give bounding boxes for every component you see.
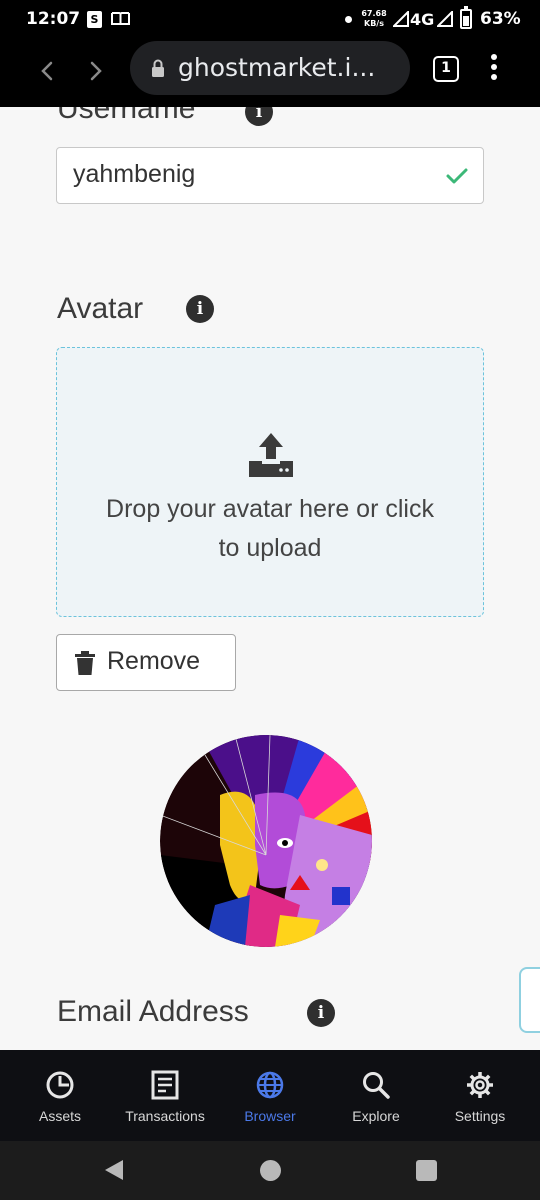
gear-icon <box>467 1072 493 1098</box>
nav-transactions[interactable]: Transactions <box>112 1050 218 1141</box>
network-type: 4G <box>410 10 435 29</box>
remove-avatar-button[interactable]: Remove <box>56 634 236 691</box>
signal-icon <box>437 11 453 27</box>
overflow-menu-icon[interactable] <box>487 54 501 84</box>
back-arrow-icon[interactable] <box>33 56 63 86</box>
book-icon <box>111 12 130 25</box>
avatar-dropzone[interactable]: Drop your avatar here or click to upload <box>56 347 484 617</box>
nav-label: Explore <box>352 1108 400 1124</box>
remove-label: Remove <box>107 647 201 675</box>
side-panel-tab[interactable] <box>519 967 540 1033</box>
profile-form: Username i yahmbenig Avatar i Drop your … <box>0 107 540 1050</box>
info-icon[interactable]: i <box>245 107 273 126</box>
url-text[interactable]: ghostmarket.i... <box>178 53 403 82</box>
lock-icon <box>152 59 164 77</box>
status-time: 12:07 <box>26 9 81 29</box>
browser-toolbar: ghostmarket.i... 1 <box>0 40 540 107</box>
email-label: Email Address <box>57 995 249 1028</box>
nav-label: Settings <box>454 1108 506 1124</box>
checkmark-icon <box>446 168 468 184</box>
notification-dot-icon <box>345 16 352 23</box>
username-value[interactable]: yahmbenig <box>73 160 195 189</box>
username-input[interactable]: yahmbenig <box>56 147 484 204</box>
pie-chart-icon <box>46 1071 74 1099</box>
nav-explore[interactable]: Explore <box>323 1050 429 1141</box>
nav-assets[interactable]: Assets <box>7 1050 113 1141</box>
dropzone-text: Drop your avatar here or click to upload <box>106 495 434 562</box>
battery-icon <box>460 6 472 29</box>
trash-icon <box>75 651 95 675</box>
info-icon[interactable]: i <box>307 999 335 1027</box>
system-recents-icon[interactable] <box>416 1160 437 1181</box>
system-navigation <box>0 1141 540 1200</box>
speed-unit: KB/s <box>364 19 384 28</box>
system-back-icon[interactable] <box>104 1159 124 1181</box>
document-icon <box>151 1070 179 1100</box>
avatar-image <box>160 735 372 947</box>
bottom-navigation: Assets Transactions Browser Explore Sett… <box>0 1050 540 1141</box>
nav-label: Transactions <box>125 1108 205 1124</box>
speed-value: 67.68 <box>361 9 387 18</box>
nav-label: Assets <box>38 1108 81 1124</box>
battery-percent: 63% <box>480 9 521 29</box>
forward-arrow-icon[interactable] <box>80 56 110 86</box>
globe-icon <box>256 1071 284 1099</box>
info-icon[interactable]: i <box>186 295 214 323</box>
signal-icon <box>393 11 409 27</box>
system-home-icon[interactable] <box>260 1160 281 1181</box>
nav-settings[interactable]: Settings <box>427 1050 533 1141</box>
address-bar[interactable]: ghostmarket.i... <box>130 41 410 95</box>
tab-switcher-button[interactable]: 1 <box>433 56 459 82</box>
network-speed: 67.68 KB/s <box>358 9 390 29</box>
upload-icon <box>249 433 293 477</box>
nav-label: Browser <box>244 1108 296 1124</box>
username-label: Username <box>57 107 196 125</box>
avatar-label: Avatar <box>57 292 144 325</box>
search-icon <box>363 1072 390 1099</box>
nav-browser[interactable]: Browser <box>217 1050 323 1141</box>
status-bar: 12:07 S 67.68 KB/s 4G 63% <box>0 0 540 40</box>
shopping-bag-icon: S <box>87 11 102 28</box>
